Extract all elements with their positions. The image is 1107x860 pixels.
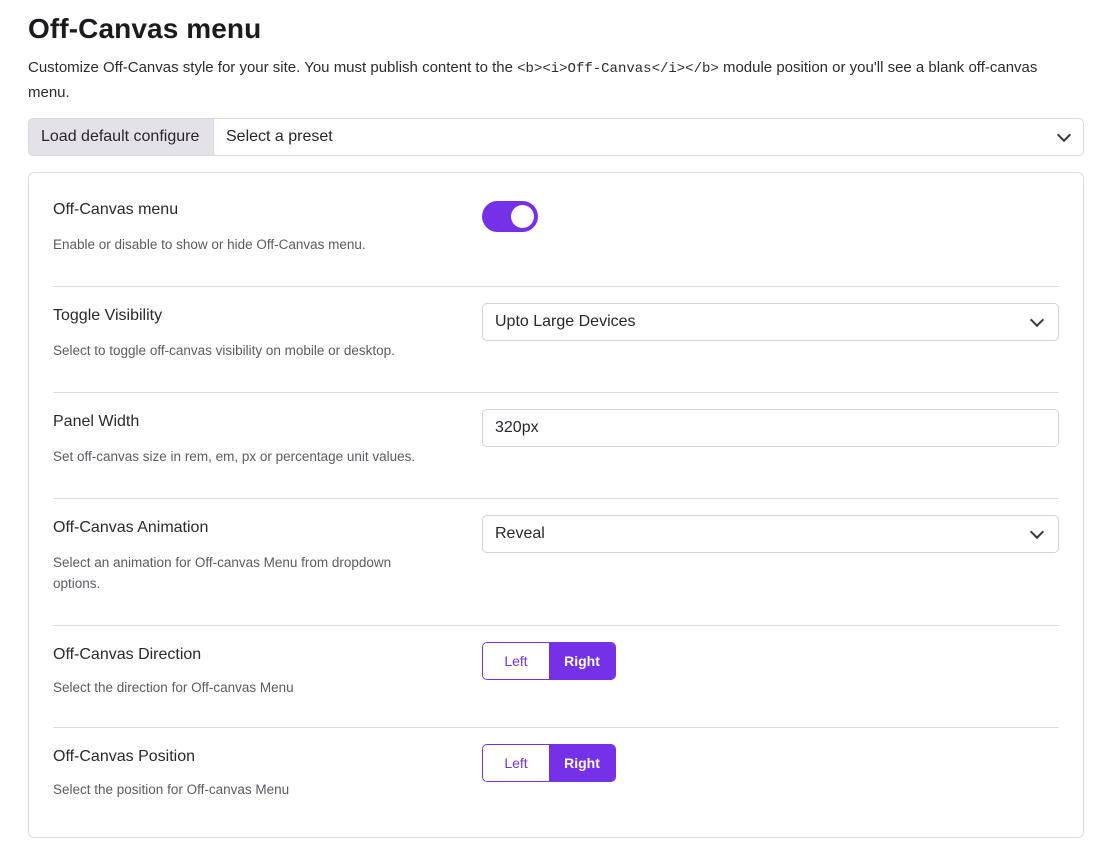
setting-title: Off-Canvas menu <box>53 201 179 218</box>
direction-button-group: Left Right <box>482 642 616 680</box>
divider <box>53 727 1059 728</box>
animation-select[interactable]: Reveal <box>482 515 1059 553</box>
direction-left-button[interactable]: Left <box>483 643 549 679</box>
panel-width-input[interactable] <box>482 409 1059 447</box>
setting-description: Set off-canvas size in rem, em, px or pe… <box>53 449 416 464</box>
position-button-group: Left Right <box>482 744 616 782</box>
setting-description: Select an animation for Off-canvas Menu … <box>53 555 392 591</box>
setting-title: Off-Canvas Position <box>53 748 195 765</box>
toggle-knob <box>511 205 534 228</box>
setting-description: Enable or disable to show or hide Off-Ca… <box>53 237 366 252</box>
divider <box>53 286 1059 287</box>
preset-select[interactable]: Select a preset <box>214 119 1083 155</box>
setting-description: Select the position for Off-canvas Menu <box>53 782 290 797</box>
position-right-button[interactable]: Right <box>549 745 615 781</box>
setting-title: Toggle Visibility <box>53 307 163 324</box>
offcanvas-menu-toggle[interactable] <box>482 201 538 232</box>
setting-title: Off-Canvas Animation <box>53 519 209 536</box>
setting-title: Off-Canvas Direction <box>53 646 202 663</box>
chevron-down-icon <box>1029 524 1045 539</box>
setting-description: Select to toggle off-canvas visibility o… <box>53 343 395 358</box>
position-left-button[interactable]: Left <box>483 745 549 781</box>
description-text-start: Customize Off-Canvas style for your site… <box>28 59 518 76</box>
select-value: Reveal <box>495 525 545 542</box>
chevron-down-icon <box>1056 127 1072 142</box>
divider <box>53 625 1059 626</box>
settings-card: Off-Canvas menu Enable or disable to sho… <box>28 172 1084 838</box>
chevron-down-icon <box>1029 312 1045 327</box>
load-default-configure-label: Load default configure <box>29 119 214 155</box>
divider <box>53 498 1059 499</box>
preset-select-value: Select a preset <box>226 128 333 145</box>
select-value: Upto Large Devices <box>495 313 636 330</box>
divider <box>53 392 1059 393</box>
setting-title: Panel Width <box>53 413 140 430</box>
page-title: Off-Canvas menu <box>28 13 262 44</box>
page-description: Customize Off-Canvas style for your site… <box>28 56 1078 104</box>
preset-bar: Load default configure Select a preset <box>28 118 1084 156</box>
direction-right-button[interactable]: Right <box>549 643 615 679</box>
toggle-visibility-select[interactable]: Upto Large Devices <box>482 303 1059 341</box>
setting-description: Select the direction for Off-canvas Menu <box>53 680 294 695</box>
description-code: <b><i>Off-Canvas</i></b> <box>517 61 719 77</box>
